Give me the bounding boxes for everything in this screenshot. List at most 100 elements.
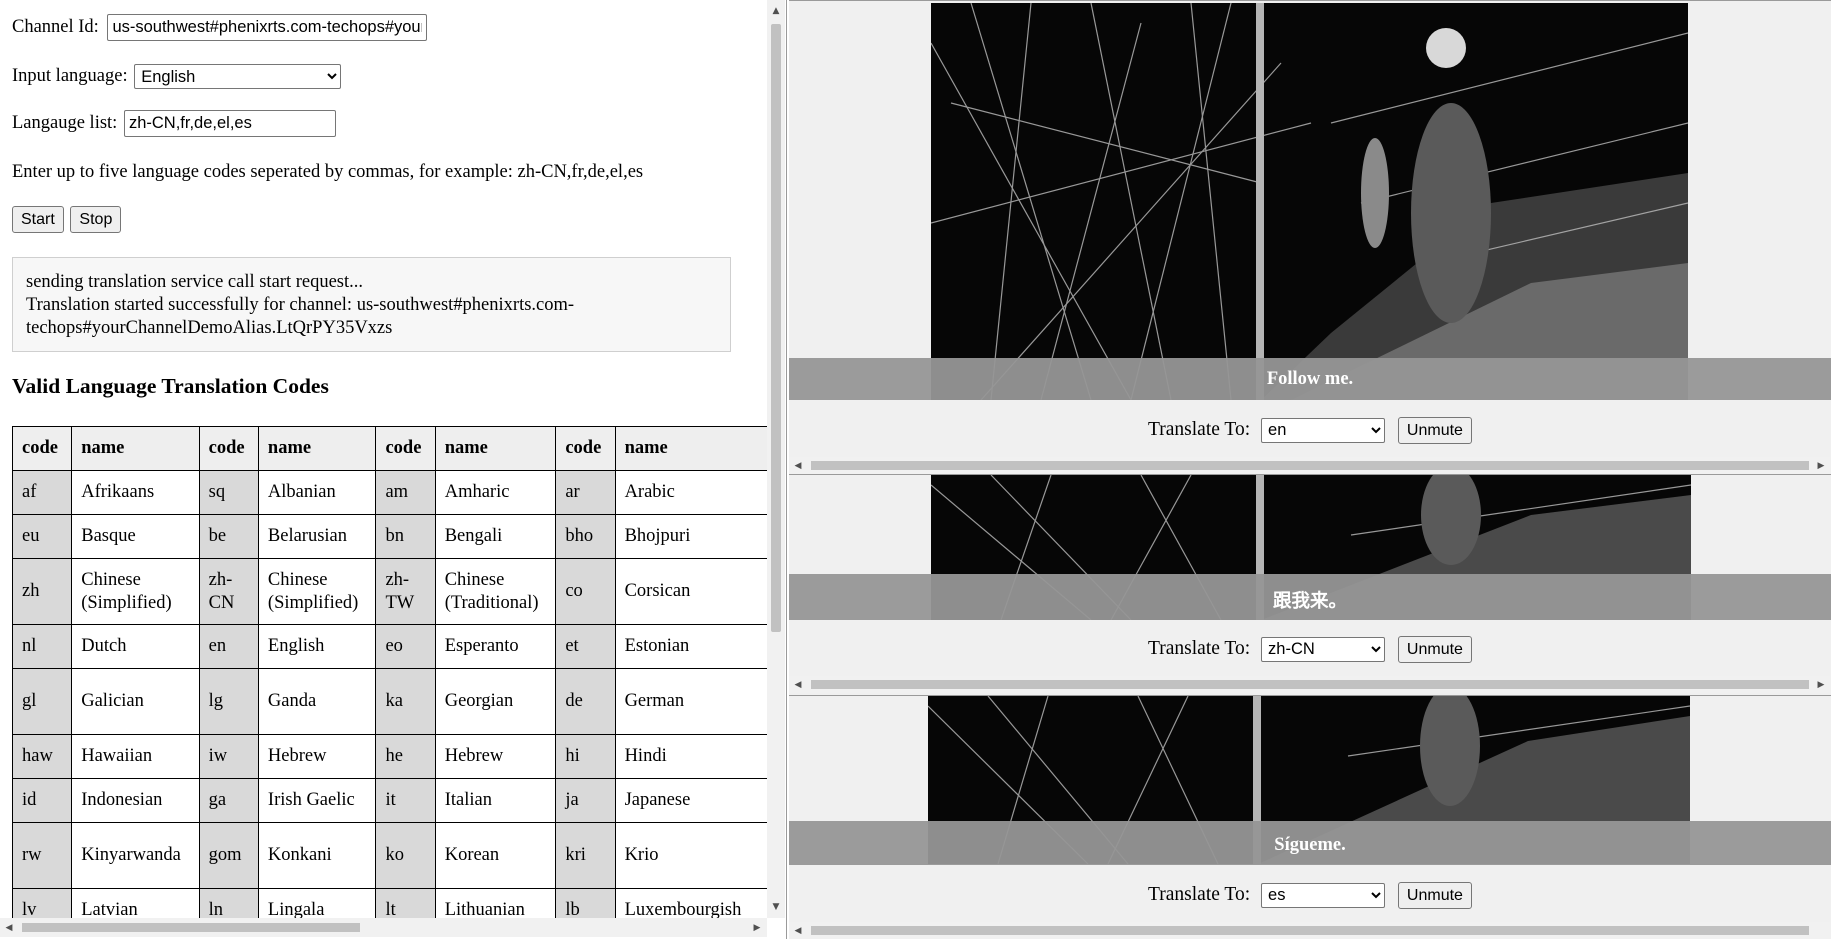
language-code-cell: eu bbox=[12, 514, 73, 559]
scroll-left-arrow-icon[interactable]: ◀ bbox=[793, 926, 803, 936]
scroll-down-arrow-icon[interactable]: ▼ bbox=[767, 902, 785, 912]
language-name-cell: Afrikaans bbox=[71, 470, 200, 515]
language-hint: Enter up to five language codes seperate… bbox=[12, 162, 644, 182]
scroll-left-arrow-icon[interactable]: ◀ bbox=[793, 680, 803, 690]
player-horizontal-scrollbar[interactable]: ◀ ▶ bbox=[789, 676, 1830, 693]
input-language-label: Input language: bbox=[12, 65, 128, 86]
input-language-select[interactable]: English bbox=[134, 64, 342, 89]
language-name-cell: Esperanto bbox=[434, 624, 557, 669]
scroll-right-arrow-icon[interactable]: ▶ bbox=[1816, 461, 1826, 471]
language-code-cell: lg bbox=[198, 668, 259, 735]
table-row: zh Chinese (Simplified) zh-CN Chinese (Simp… bbox=[12, 558, 772, 625]
language-name-cell: Hindi bbox=[614, 734, 772, 779]
column-header-name: name bbox=[257, 426, 377, 471]
channel-id-input[interactable] bbox=[107, 14, 428, 41]
language-code-cell: be bbox=[198, 514, 259, 559]
unmute-button[interactable]: Unmute bbox=[1397, 417, 1472, 444]
language-name-cell: Chinese (Simplified) bbox=[257, 558, 377, 625]
translate-to-select[interactable]: zh-CN bbox=[1261, 636, 1386, 662]
log-line: techops#yourChannelDemoAlias.LtQrPY35Vxz… bbox=[26, 318, 393, 338]
left-vertical-scrollbar[interactable]: ▲ ▼ bbox=[767, 0, 785, 918]
language-code-cell: ko bbox=[375, 822, 436, 889]
language-name-cell: Lingala bbox=[257, 888, 377, 918]
language-name-cell: Chinese (Traditional) bbox=[434, 558, 557, 625]
language-name-cell: Basque bbox=[71, 514, 200, 559]
unmute-button[interactable]: Unmute bbox=[1397, 882, 1472, 909]
table-header-row: code name code name code name code name bbox=[12, 426, 772, 471]
language-name-cell: Bengali bbox=[434, 514, 557, 559]
column-header-code: code bbox=[375, 426, 436, 471]
language-name-cell: German bbox=[614, 668, 772, 735]
language-name-cell: Lithuanian bbox=[434, 888, 557, 918]
language-list-label: Langauge list: bbox=[12, 112, 118, 133]
language-code-cell: af bbox=[12, 470, 73, 515]
language-code-cell: he bbox=[375, 734, 436, 779]
language-name-cell: Irish Gaelic bbox=[257, 778, 377, 823]
left-horizontal-scrollbar[interactable]: ◀ ▶ bbox=[0, 918, 767, 937]
translation-form: Channel Id: Input language: English Lang… bbox=[12, 0, 772, 918]
language-code-cell: de bbox=[555, 668, 616, 735]
scroll-left-arrow-icon[interactable]: ◀ bbox=[793, 461, 803, 471]
language-list-input[interactable] bbox=[123, 110, 336, 137]
player-horizontal-scrollbar[interactable]: ◀ bbox=[789, 922, 1830, 939]
player-controls: Translate To: es Unmute bbox=[789, 882, 1831, 909]
language-name-cell: Estonian bbox=[614, 624, 772, 669]
horizontal-scroll-thumb[interactable] bbox=[22, 923, 360, 932]
language-code-cell: zh-TW bbox=[375, 558, 436, 625]
language-name-cell: Galician bbox=[71, 668, 200, 735]
codes-table-body: af Afrikaans sq Albanian am Amharic ar Arabic eu… bbox=[12, 470, 772, 918]
language-code-cell: hi bbox=[555, 734, 616, 779]
caption-bar: 跟我来。 bbox=[789, 574, 1831, 620]
language-code-cell: zh bbox=[12, 558, 73, 625]
translate-to-select[interactable]: es bbox=[1261, 882, 1386, 908]
translate-to-label: Translate To: bbox=[1148, 638, 1251, 660]
scroll-up-arrow-icon[interactable]: ▲ bbox=[767, 6, 785, 16]
column-header-name: name bbox=[71, 426, 200, 471]
language-code-cell: it bbox=[375, 778, 436, 823]
scroll-right-arrow-icon[interactable]: ▶ bbox=[1816, 680, 1826, 690]
stop-button[interactable]: Stop bbox=[70, 206, 122, 233]
language-name-cell: Hebrew bbox=[257, 734, 377, 779]
vertical-scroll-thumb[interactable] bbox=[771, 24, 781, 632]
table-row: lv Latvian ln Lingala lt Lithuanian lb Luxembou… bbox=[12, 888, 772, 918]
video-player-1: Follow me. Translate To: en Unmute ◀ ▶ bbox=[789, 0, 1831, 475]
language-name-cell: Hebrew bbox=[434, 734, 557, 779]
language-name-cell: Amharic bbox=[434, 470, 557, 515]
language-code-cell: ar bbox=[555, 470, 616, 515]
horizontal-scroll-thumb[interactable] bbox=[811, 926, 1809, 935]
table-row: rw Kinyarwanda gom Konkani ko Korean kri Krio bbox=[12, 822, 772, 889]
player-horizontal-scrollbar[interactable]: ◀ ▶ bbox=[789, 457, 1830, 474]
language-code-cell: co bbox=[555, 558, 616, 625]
horizontal-scroll-thumb[interactable] bbox=[811, 680, 1809, 689]
language-list-row: Langauge list: bbox=[12, 110, 336, 137]
language-name-cell: Indonesian bbox=[71, 778, 200, 823]
caption-bar: Sígueme. bbox=[789, 821, 1831, 865]
language-name-cell: Hawaiian bbox=[71, 734, 200, 779]
language-code-cell: ga bbox=[198, 778, 259, 823]
language-code-cell: rw bbox=[12, 822, 73, 889]
table-row: af Afrikaans sq Albanian am Amharic ar Arabic bbox=[12, 470, 772, 515]
language-name-cell: Japanese bbox=[614, 778, 772, 823]
table-row: haw Hawaiian iw Hebrew he Hebrew hi Hindi bbox=[12, 734, 772, 779]
video-scene-image bbox=[931, 3, 1688, 400]
log-line: sending translation service call start r… bbox=[26, 272, 364, 292]
start-button[interactable]: Start bbox=[12, 206, 64, 233]
unmute-button[interactable]: Unmute bbox=[1397, 636, 1472, 663]
language-name-cell: Latvian bbox=[71, 888, 200, 918]
channel-label: Channel Id: bbox=[12, 16, 99, 37]
language-name-cell: Arabic bbox=[614, 470, 772, 515]
table-row: gl Galician lg Ganda ka Georgian de German bbox=[12, 668, 772, 735]
player-controls: Translate To: en Unmute bbox=[789, 417, 1831, 444]
translate-to-select[interactable]: en bbox=[1261, 417, 1386, 443]
video-frame[interactable] bbox=[931, 3, 1688, 400]
language-name-cell: Konkani bbox=[257, 822, 377, 889]
scroll-left-arrow-icon[interactable]: ◀ bbox=[4, 923, 14, 933]
column-header-code: code bbox=[12, 426, 73, 471]
language-code-cell: gl bbox=[12, 668, 73, 735]
horizontal-scroll-thumb[interactable] bbox=[811, 461, 1809, 470]
scroll-right-arrow-icon[interactable]: ▶ bbox=[752, 923, 762, 933]
language-code-cell: gom bbox=[198, 822, 259, 889]
language-code-cell: iw bbox=[198, 734, 259, 779]
language-code-cell: bho bbox=[555, 514, 616, 559]
language-code-cell: lb bbox=[555, 888, 616, 918]
